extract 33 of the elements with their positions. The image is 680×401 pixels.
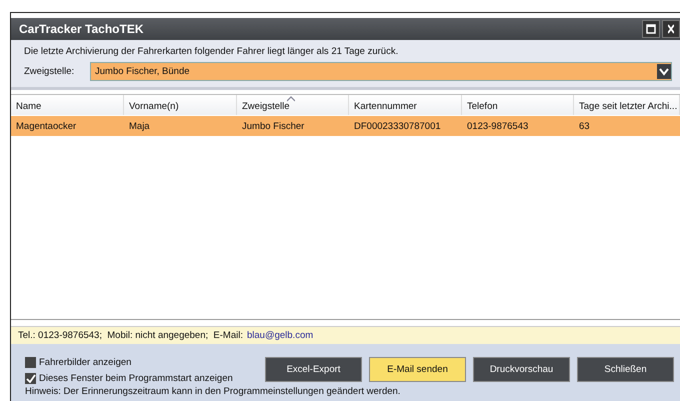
field-label: Zweigstelle: — [24, 66, 76, 77]
table-cell-text: DF00023330787001 — [353, 120, 442, 134]
table-cell-text: 63 — [578, 120, 591, 134]
column-header[interactable]: Name — [11, 95, 124, 115]
table-cell-text: Jumbo Fischer — [241, 120, 306, 134]
maximize-icon — [646, 24, 656, 34]
table-cell-text: Magentaocker — [15, 120, 78, 134]
table-row[interactable]: Magentaocker Maja Jumbo Fischer DF00023330787001 0123-9876543 63 — [11, 116, 680, 136]
window-title: CarTracker TachoTEK — [18, 22, 144, 36]
close-icon — [668, 24, 674, 34]
column-header[interactable]: Kartennummer — [349, 95, 462, 115]
close-button[interactable] — [662, 20, 680, 38]
contact-text: Tel.: 0123-9876543; Mobil: nicht angegeben; E-Mail: — [18, 330, 243, 341]
checkbox-label: Dieses Fenster beim Programmstart anzeigen — [39, 373, 233, 384]
checkbox[interactable] — [25, 357, 36, 368]
action-button[interactable]: Druckvorschau — [473, 357, 570, 382]
hint-text: Hinweis: Der Erinnerungszeitraum kann in den Programmeinstellungen geändert werden. — [25, 386, 402, 397]
info-message: Die letzte Archivierung der Fahrerkarten folgender Fahrer liegt länger als 21 Tage zurück. — [24, 46, 400, 57]
column-header[interactable]: Zweigstelle — [237, 95, 349, 115]
table-cell-text: 0123-9876543 — [466, 120, 530, 134]
maximize-button[interactable] — [642, 20, 660, 38]
table-cell-text: Maja — [128, 120, 151, 134]
branch-dropdown[interactable]: Jumbo Fischer, Bünde — [90, 62, 672, 81]
check-icon — [26, 374, 36, 383]
checkbox-label: Fahrerbilder anzeigen — [39, 357, 132, 368]
email-link[interactable]: blau@gelb.com — [246, 330, 314, 341]
action-button[interactable]: E-Mail senden — [369, 357, 466, 382]
action-button[interactable]: Schließen — [577, 357, 674, 382]
action-button[interactable]: Excel-Export — [265, 357, 362, 382]
column-header[interactable]: Telefon — [462, 95, 574, 115]
column-header[interactable]: Vorname(n) — [124, 95, 237, 115]
checkbox[interactable] — [25, 373, 36, 384]
column-header[interactable]: Tage seit letzter Archi... — [574, 95, 680, 115]
